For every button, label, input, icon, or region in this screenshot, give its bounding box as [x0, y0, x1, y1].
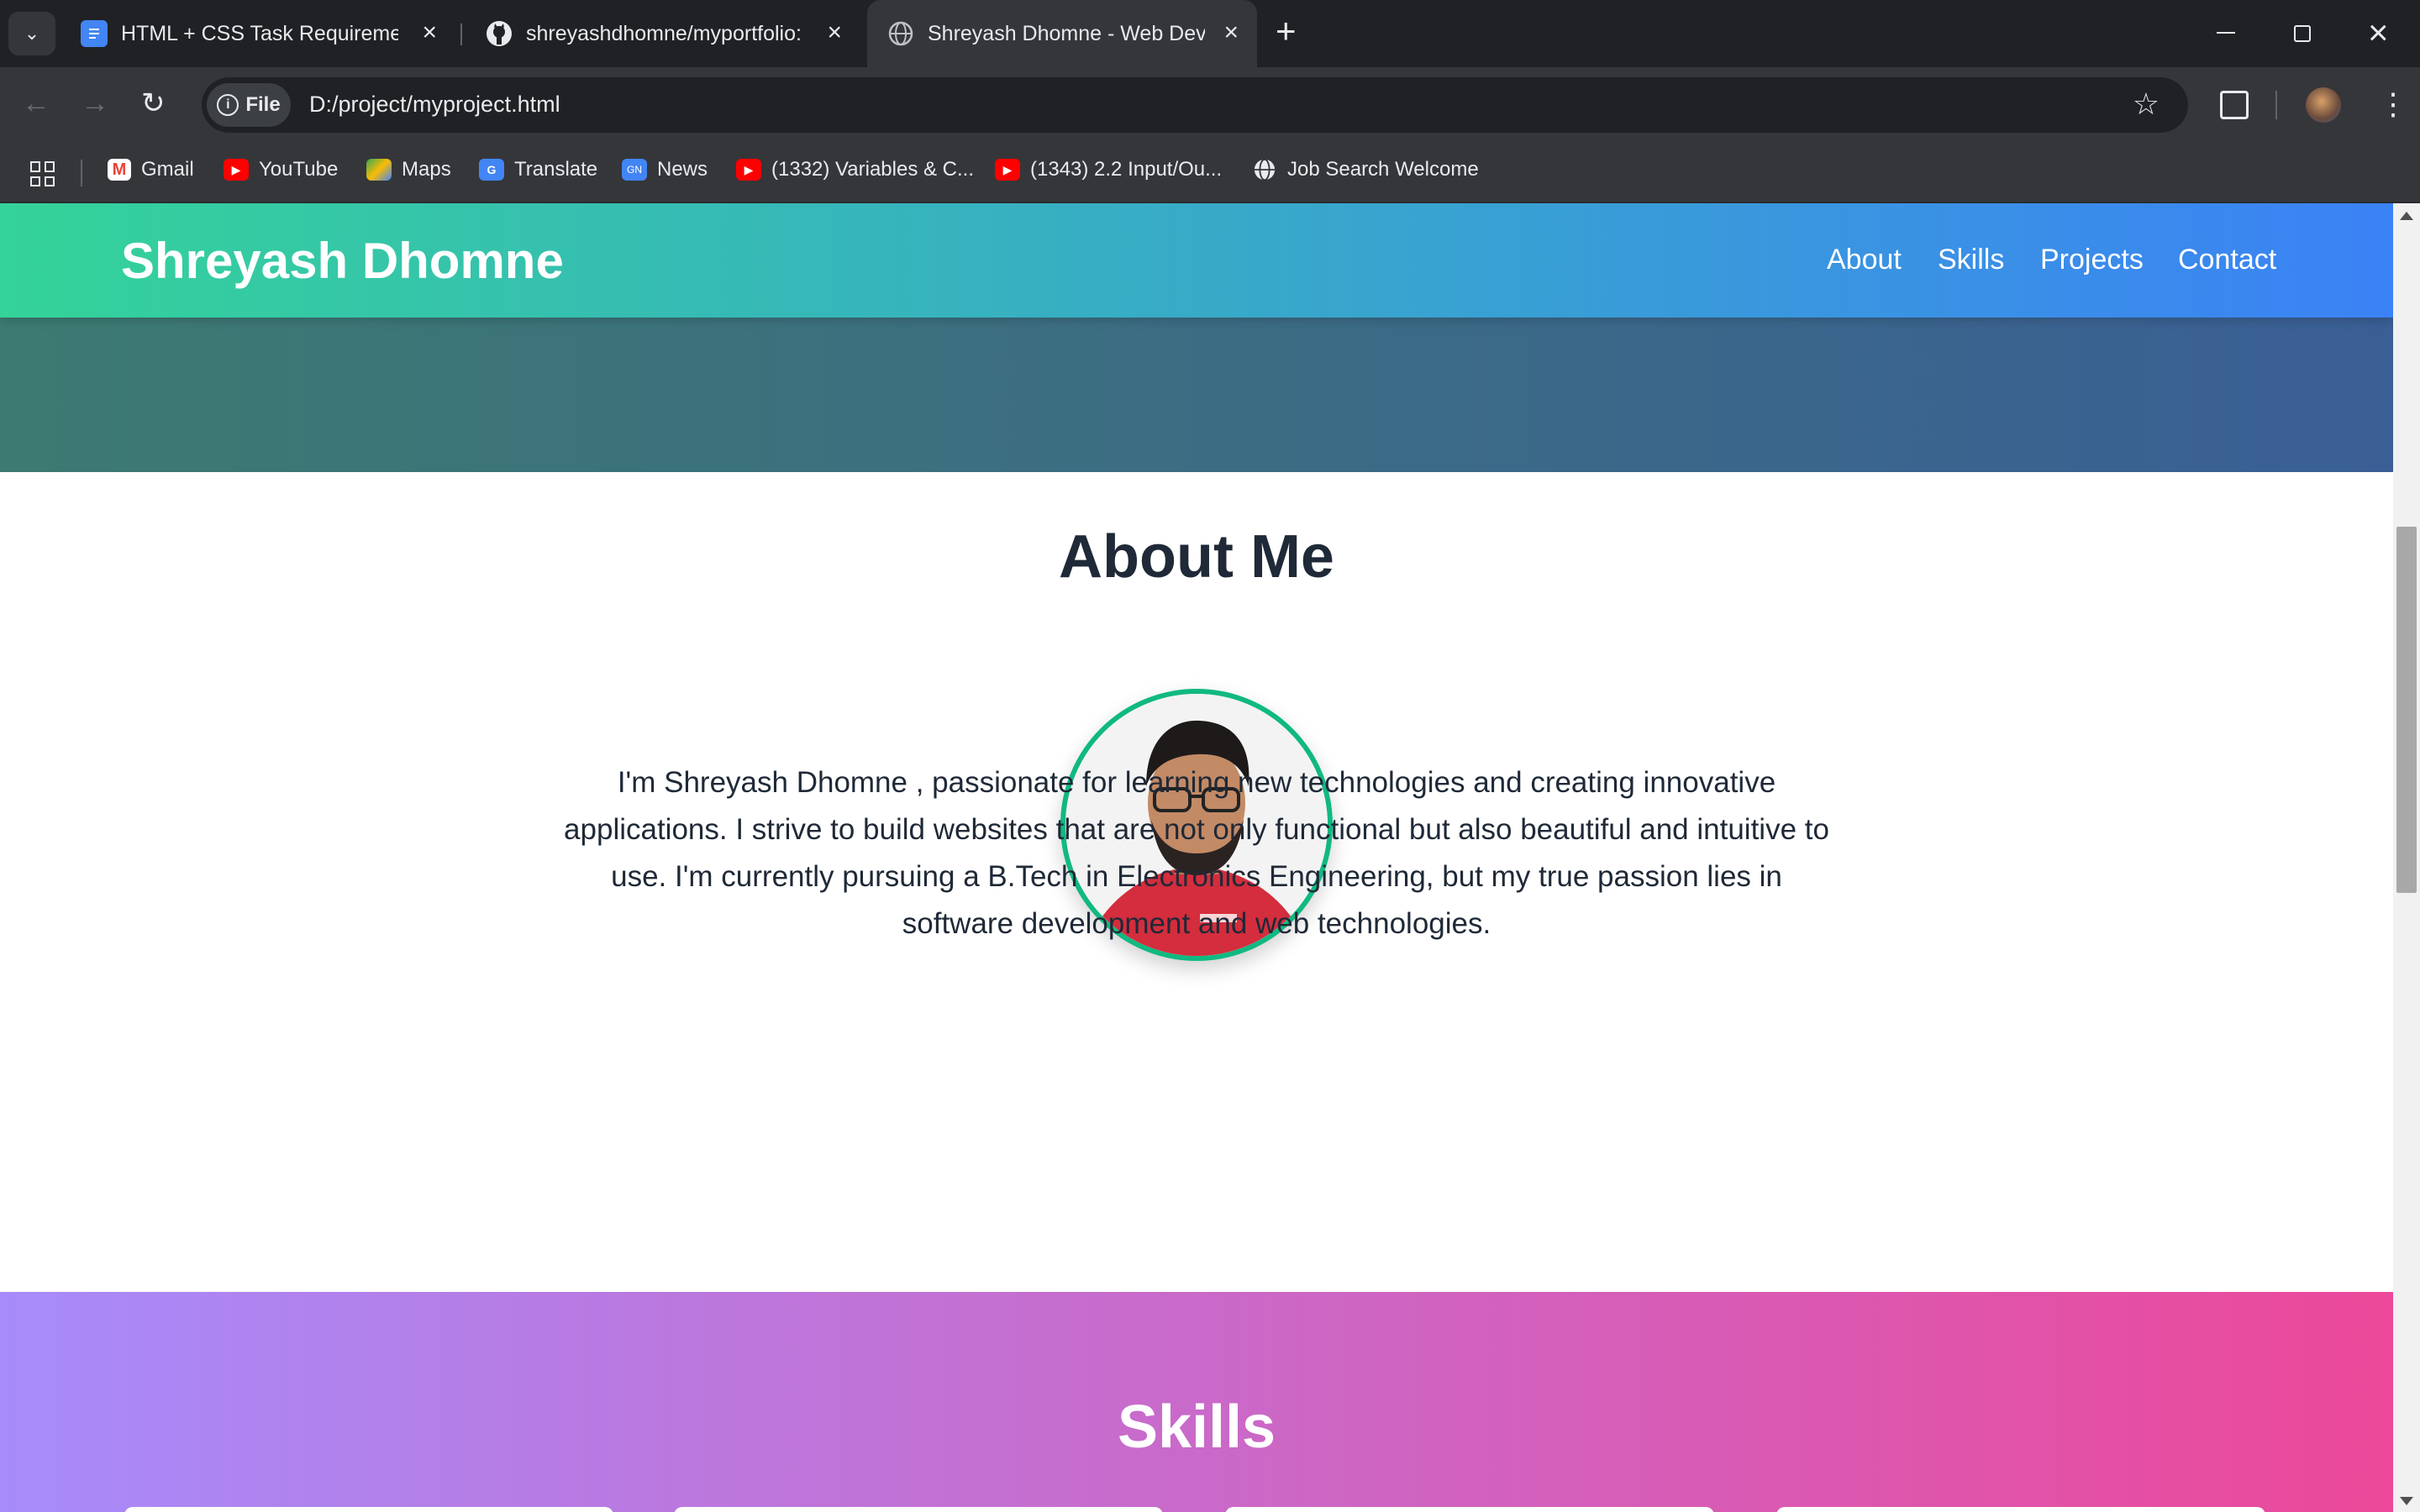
- skills-section: Skills: [0, 1292, 2393, 1512]
- skill-card: [674, 1507, 1163, 1512]
- tab-title: shreyashdhomne/myportfolio: P: [526, 21, 803, 45]
- bookmark-news[interactable]: GN News: [622, 158, 708, 181]
- bookmark-label: (1343) 2.2 Input/Ou...: [1030, 158, 1223, 181]
- bookmark-label: Maps: [402, 158, 451, 181]
- site-brand[interactable]: Shreyash Dhomne: [121, 232, 564, 290]
- gmail-icon: M: [108, 159, 131, 181]
- browser-toolbar: ← → ↻ i File D:/project/myproject.html ☆…: [0, 67, 2420, 143]
- bookmark-job-search[interactable]: Job Search Welcome: [1252, 158, 1479, 181]
- maps-icon: [366, 159, 392, 181]
- about-section: About Me I'm Shreyash Dhomne , passionat…: [0, 472, 2393, 1292]
- youtube-icon: ▶: [736, 159, 761, 181]
- bookmark-label: Translate: [514, 158, 598, 181]
- extensions-icon[interactable]: [2220, 91, 2249, 119]
- restore-icon[interactable]: [2294, 25, 2311, 42]
- nav-link-contact[interactable]: Contact: [2178, 244, 2276, 276]
- skills-heading: Skills: [1117, 1394, 1276, 1461]
- close-icon[interactable]: ×: [422, 20, 437, 45]
- nav-link-skills[interactable]: Skills: [1938, 244, 2004, 276]
- url-text[interactable]: D:/project/myproject.html: [309, 92, 560, 118]
- menu-dots-icon[interactable]: ⋮: [2378, 84, 2408, 124]
- skill-card: [124, 1507, 613, 1512]
- scroll-down-icon[interactable]: [2400, 1497, 2413, 1505]
- about-heading: About Me: [1059, 523, 1334, 591]
- google-docs-icon: [81, 20, 108, 47]
- globe-icon: [887, 20, 914, 47]
- page-viewport: Shreyash Dhomne About Skills Projects Co…: [0, 203, 2393, 1512]
- scheme-label: File: [245, 93, 281, 116]
- bookmark-star-icon[interactable]: ☆: [2133, 87, 2160, 121]
- bookmark-translate[interactable]: G Translate: [479, 158, 597, 181]
- tab-bar: ⌄ HTML + CSS Task Requirements × shreyas…: [0, 0, 2420, 67]
- bookmark-video-1343[interactable]: ▶ (1343) 2.2 Input/Ou...: [995, 158, 1222, 181]
- globe-icon: [1252, 158, 1277, 181]
- bookmark-gmail[interactable]: M Gmail: [108, 158, 194, 181]
- skill-card: [1776, 1507, 2265, 1512]
- bookmark-label: Gmail: [141, 158, 194, 181]
- tab-portfolio[interactable]: Shreyash Dhomne - Web Devel ×: [867, 0, 1257, 67]
- avatar[interactable]: [2306, 87, 2341, 123]
- tab-search-button[interactable]: ⌄: [8, 12, 55, 55]
- site-info-chip[interactable]: i File: [207, 83, 291, 127]
- site-navbar: Shreyash Dhomne About Skills Projects Co…: [0, 203, 2393, 318]
- scroll-up-icon[interactable]: [2400, 212, 2413, 220]
- tab-github[interactable]: shreyashdhomne/myportfolio: P ×: [466, 0, 860, 67]
- apps-grid-icon[interactable]: [30, 161, 55, 186]
- skill-card: [1225, 1507, 1714, 1512]
- back-icon[interactable]: ←: [22, 89, 50, 118]
- page-scrollbar[interactable]: [2393, 203, 2420, 1512]
- youtube-icon: ▶: [995, 159, 1020, 181]
- forward-icon[interactable]: →: [81, 89, 109, 118]
- bookmark-video-1332[interactable]: ▶ (1332) Variables & C...: [736, 158, 974, 181]
- close-icon[interactable]: ×: [827, 20, 842, 45]
- window-close-icon[interactable]: ×: [2368, 15, 2389, 50]
- nav-link-about[interactable]: About: [1827, 244, 1902, 276]
- tab-title: Shreyash Dhomne - Web Devel: [928, 21, 1205, 45]
- address-bar[interactable]: i File D:/project/myproject.html ☆: [202, 77, 2188, 133]
- nav-link-projects[interactable]: Projects: [2040, 244, 2144, 276]
- bookmarks-bar: M Gmail ▶ YouTube Maps G Translate GN Ne…: [0, 143, 2420, 203]
- bookmark-label: (1332) Variables & C...: [771, 158, 974, 181]
- close-icon[interactable]: ×: [1223, 20, 1239, 45]
- bookmark-youtube[interactable]: ▶ YouTube: [224, 158, 338, 181]
- github-icon: [486, 20, 513, 47]
- youtube-icon: ▶: [224, 159, 249, 181]
- new-tab-button[interactable]: +: [1276, 13, 1297, 49]
- bookmark-label: Job Search Welcome: [1287, 158, 1479, 181]
- info-icon: i: [217, 94, 239, 116]
- bookmark-maps[interactable]: Maps: [366, 158, 451, 181]
- reload-icon[interactable]: ↻: [141, 89, 166, 118]
- chevron-down-icon: ⌄: [24, 23, 40, 44]
- scrollbar-thumb[interactable]: [2396, 527, 2417, 893]
- translate-icon: G: [479, 159, 504, 181]
- news-icon: GN: [622, 159, 647, 181]
- hero-section: [0, 318, 2393, 472]
- tab-docs[interactable]: HTML + CSS Task Requirements ×: [60, 0, 455, 67]
- about-paragraph: I'm Shreyash Dhomne , passionate for lea…: [564, 766, 1829, 940]
- bookmark-label: YouTube: [259, 158, 339, 181]
- bookmark-label: News: [657, 158, 708, 181]
- minimize-icon[interactable]: [2217, 32, 2235, 34]
- tab-title: HTML + CSS Task Requirements: [121, 21, 398, 45]
